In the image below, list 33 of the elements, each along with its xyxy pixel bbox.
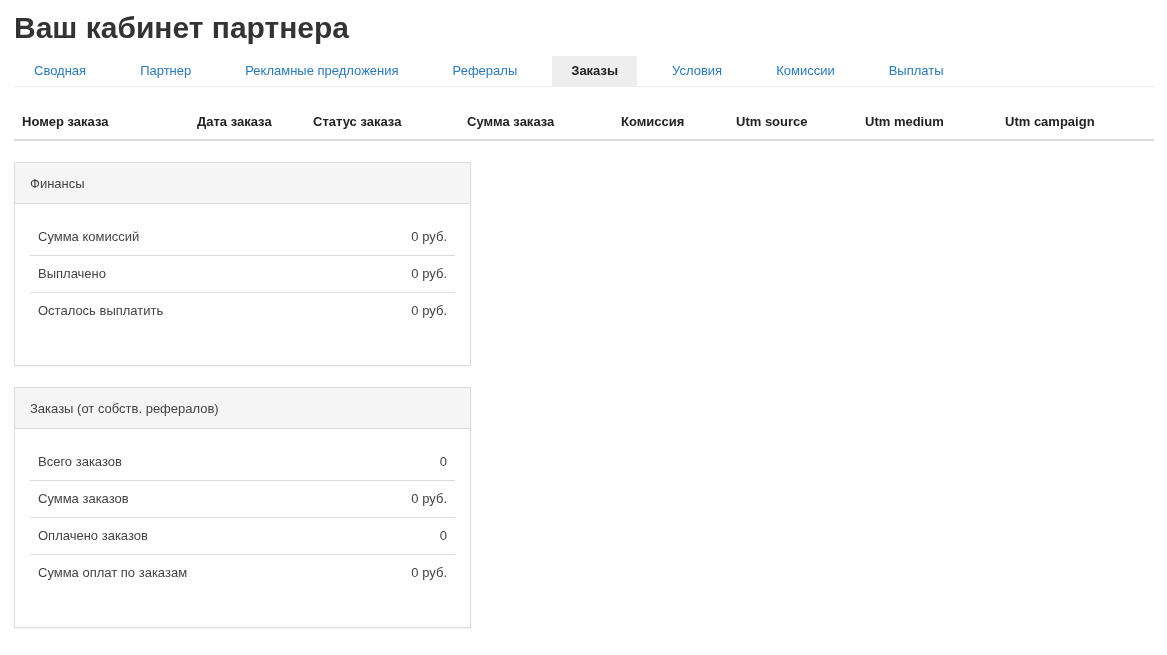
column-header: Utm source <box>736 114 809 129</box>
tab[interactable]: Условия <box>653 56 742 86</box>
tab[interactable]: Рефералы <box>433 56 537 86</box>
row-label: Выплачено <box>38 265 106 283</box>
column-header: Номер заказа <box>22 114 110 129</box>
column-header: Utm campaign <box>1005 114 1096 129</box>
row-value: 0 руб. <box>411 228 447 246</box>
panel-title: Заказы (от собств. рефералов) <box>30 400 219 416</box>
page-title: Ваш кабинет партнера <box>14 10 351 46</box>
row-label: Осталось выплатить <box>38 302 164 320</box>
row-value: 0 <box>439 453 447 471</box>
row-value: 0 руб. <box>411 564 447 582</box>
row-label: Сумма заказов <box>38 490 129 508</box>
panel-title: Финансы <box>30 175 85 191</box>
tab[interactable]: Рекламные предложения <box>226 56 418 86</box>
column-header: Дата заказа <box>197 114 273 129</box>
row-value: 0 руб. <box>411 265 447 283</box>
row-label: Сумма комиссий <box>38 228 140 246</box>
tab[interactable]: Партнер <box>121 56 211 86</box>
tab[interactable]: Сводная <box>15 56 106 86</box>
tab[interactable]: Заказы <box>552 56 638 86</box>
row-label: Оплачено заказов <box>38 527 148 545</box>
row-value: 0 руб. <box>411 490 447 508</box>
row-label: Всего заказов <box>38 453 122 471</box>
tab[interactable]: Выплаты <box>869 56 963 86</box>
column-header: Статус заказа <box>313 114 403 129</box>
row-label: Сумма оплат по заказам <box>38 564 188 582</box>
tab[interactable]: Комиссии <box>757 56 854 86</box>
column-header: Сумма заказа <box>467 114 556 129</box>
column-header: Комиссия <box>621 114 686 129</box>
column-header: Utm medium <box>865 114 945 129</box>
row-value: 0 руб. <box>411 302 447 320</box>
row-value: 0 <box>439 527 447 545</box>
